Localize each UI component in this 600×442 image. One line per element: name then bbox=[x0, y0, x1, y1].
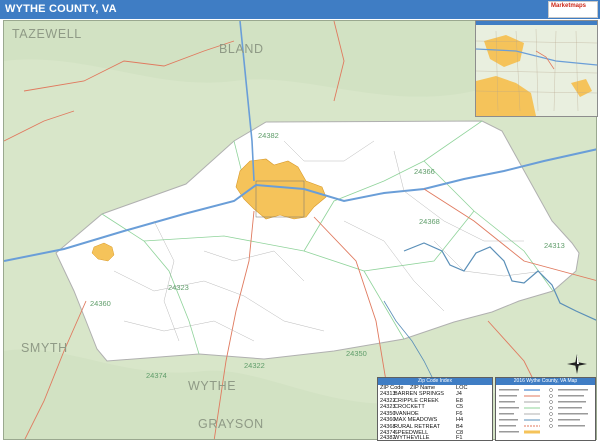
zip-label: 24382 bbox=[258, 131, 279, 140]
zip-label: 24360 bbox=[90, 299, 111, 308]
legend-symbols bbox=[499, 388, 588, 434]
map-legend: 2016 Wythe County, VA Map bbox=[495, 377, 596, 441]
county-label-bland: BLAND bbox=[219, 42, 264, 56]
map-title: WYTHE COUNTY, VA bbox=[5, 3, 117, 15]
zip-loc: F1 bbox=[456, 435, 463, 441]
zip-index-title: Zip Code Index bbox=[378, 378, 492, 385]
county-label-tazewell: TAZEWELL bbox=[12, 27, 82, 41]
logo-text: Marketmaps bbox=[551, 3, 587, 9]
zip-label: 24313 bbox=[544, 241, 565, 250]
county-label-grayson: GRAYSON bbox=[198, 417, 264, 431]
zip-label: 24374 bbox=[146, 371, 167, 380]
zip-label: 24368 bbox=[419, 217, 440, 226]
inset-map bbox=[476, 25, 597, 116]
zip-label: 24322 bbox=[244, 361, 265, 370]
zip-label: 24366 bbox=[414, 167, 435, 176]
zip-label: 24350 bbox=[346, 349, 367, 358]
inset-title-bar bbox=[476, 21, 597, 25]
county-label-smyth: SMYTH bbox=[21, 341, 68, 355]
legend-title: 2016 Wythe County, VA Map bbox=[496, 378, 595, 385]
zip-name: WYTHEVILLE bbox=[394, 435, 430, 441]
locator-inset[interactable] bbox=[475, 20, 598, 117]
zip-label: 24323 bbox=[168, 283, 189, 292]
compass-rose-icon bbox=[567, 354, 587, 374]
publisher-logo: Marketmaps bbox=[548, 1, 598, 18]
county-label-wythe: WYTHE bbox=[188, 379, 237, 393]
header-bar: WYTHE COUNTY, VA Marketmaps bbox=[0, 0, 600, 19]
zip-code-index: Zip Code Index ZIP Code ZIP Name LOC 243… bbox=[377, 377, 493, 441]
